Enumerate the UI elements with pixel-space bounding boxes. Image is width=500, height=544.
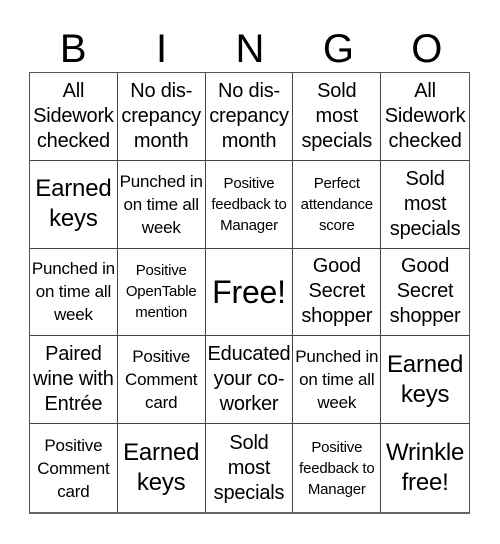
bingo-cell[interactable]: Positive feedback to Manager [205,160,294,249]
header-letter-n: N [235,27,265,71]
bingo-cell[interactable]: Perfect attendance score [293,160,382,249]
cell-label: Sold most specials [213,431,285,504]
cell-label: Wrinkle free! [386,439,465,497]
cell-label: Free! [212,273,286,310]
cell-label: Punched in on time all week [31,259,115,325]
bingo-cell[interactable]: Positive Comment card [30,424,118,512]
bingo-board: All Sidework checked No dis-crepancy mont… [29,72,470,514]
bingo-cell[interactable]: No dis-crepancy month [117,73,206,161]
bingo-cell[interactable]: Sold most specials [206,424,294,512]
bingo-cell[interactable]: Punched in on time all week [117,160,206,249]
cell-label: No dis-crepancy month [121,79,201,152]
cell-label: Positive feedback to Manager [211,174,287,234]
cell-label: Punched in on time all week [295,347,379,413]
cell-label: Positive OpenTable mention [125,262,197,322]
cell-label: Paired wine with Entrée [33,343,114,416]
bingo-cell[interactable]: All Sidework checked [30,73,118,161]
cell-label: Positive Comment card [125,347,198,413]
bingo-cell[interactable]: Wrinkle free! [381,424,469,512]
bingo-cell[interactable]: Positive Comment card [117,336,206,425]
bingo-cell[interactable]: Good Secret shopper [381,249,469,337]
bingo-cell[interactable]: Punched in on time all week [293,336,382,425]
cell-label: Positive Comment card [37,435,110,501]
free-space-cell[interactable]: Free! [205,248,294,337]
bingo-cell[interactable]: Positive OpenTable mention [117,248,206,337]
bingo-cell[interactable]: Paired wine with Entrée [30,336,118,425]
cell-label: Punched in on time all week [119,171,203,237]
bingo-cell[interactable]: Punched in on time all week [30,248,118,337]
bingo-cell[interactable]: Good Secret shopper [293,248,382,337]
cell-label: Good Secret shopper [301,255,373,328]
cell-label: Good Secret shopper [389,255,461,328]
header-letter-o: O [411,27,443,71]
cell-label: Earned keys [35,175,112,233]
cell-label: Earned keys [386,350,464,408]
bingo-cell[interactable]: Positive feedback to Manager [293,424,382,512]
cell-label: Sold most specials [301,79,373,152]
cell-label: All Sidework checked [384,79,466,152]
bingo-cell[interactable]: Educated your co-worker [205,336,294,425]
bingo-header: B I N G O [29,26,471,72]
bingo-cell[interactable]: No dis-crepancy month [205,73,294,161]
cell-label: Educated your co-worker [207,343,291,416]
cell-label: No dis-crepancy month [209,79,289,152]
bingo-cell[interactable]: Sold most specials [381,161,469,249]
header-letter-g: G [322,27,354,71]
cell-label: Perfect attendance score [300,174,373,234]
cell-label: Sold most specials [389,167,461,240]
header-letter-b: B [59,27,87,71]
cell-label: Positive feedback to Manager [299,438,375,498]
bingo-cell[interactable]: Sold most specials [293,73,382,161]
cell-label: Earned keys [123,439,200,497]
bingo-cell[interactable]: Earned keys [30,160,118,249]
header-letter-i: I [156,27,168,71]
bingo-cell[interactable]: Earned keys [118,424,206,512]
bingo-cell[interactable]: All Sidework checked [381,73,469,161]
cell-label: All Sidework checked [33,79,114,152]
bingo-cell[interactable]: Earned keys [381,336,469,425]
